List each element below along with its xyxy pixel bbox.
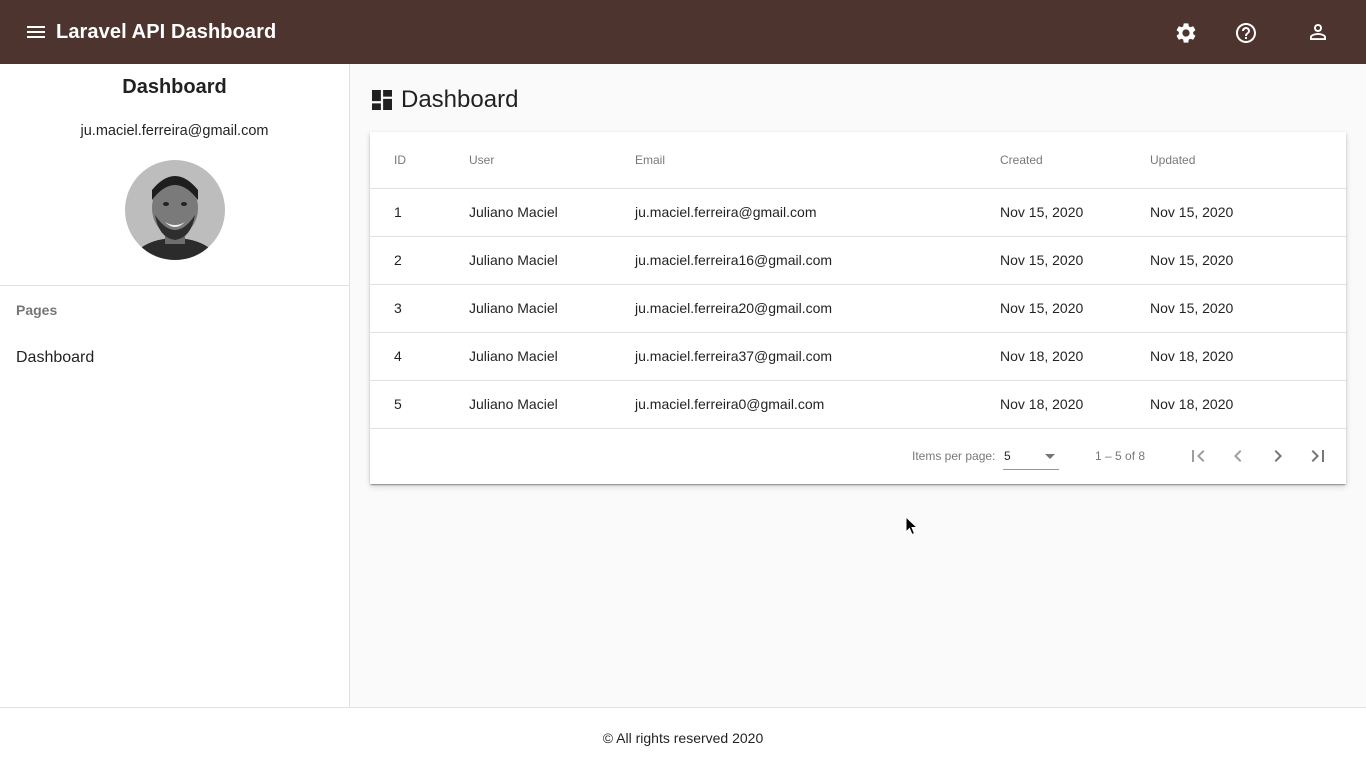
column-header-user: User bbox=[469, 132, 635, 189]
footer-text: © All rights reserved 2020 bbox=[602, 730, 764, 746]
cell-created: Nov 15, 2020 bbox=[1000, 188, 1150, 237]
avatar bbox=[125, 160, 225, 260]
sidebar-item-label: Dashboard bbox=[16, 349, 95, 366]
footer: © All rights reserved 2020 bbox=[0, 707, 1366, 768]
account-button[interactable] bbox=[1298, 12, 1338, 52]
table-row[interactable]: 2 Juliano Maciel ju.maciel.ferreira16@gm… bbox=[370, 236, 1346, 285]
cell-id: 4 bbox=[370, 332, 469, 381]
last-page-button[interactable] bbox=[1302, 440, 1334, 472]
users-table: ID User Email Created Updated 1 Juliano … bbox=[370, 132, 1346, 429]
page-title: Dashboard bbox=[401, 86, 519, 113]
previous-page-button[interactable] bbox=[1222, 440, 1254, 472]
column-header-created: Created bbox=[1000, 132, 1150, 189]
settings-icon bbox=[1176, 23, 1196, 43]
first-page-icon bbox=[1192, 450, 1205, 462]
column-header-email: Email bbox=[635, 132, 1000, 189]
cell-id: 2 bbox=[370, 236, 469, 285]
first-page-button[interactable] bbox=[1182, 440, 1214, 472]
cell-email: ju.maciel.ferreira37@gmail.com bbox=[635, 332, 1000, 381]
last-page-icon bbox=[1311, 450, 1324, 462]
cell-email: ju.maciel.ferreira0@gmail.com bbox=[635, 380, 1000, 429]
cell-id: 1 bbox=[370, 188, 469, 237]
cell-email: ju.maciel.ferreira20@gmail.com bbox=[635, 284, 1000, 333]
next-page-button[interactable] bbox=[1262, 440, 1294, 472]
chevron-left-icon bbox=[1234, 450, 1242, 462]
cell-user: Juliano Maciel bbox=[469, 380, 635, 429]
top-app-bar: Laravel API Dashboard bbox=[0, 0, 1366, 64]
user-avatar bbox=[125, 160, 225, 260]
cell-created: Nov 18, 2020 bbox=[1000, 332, 1150, 381]
menu-icon bbox=[27, 26, 45, 38]
menu-button[interactable] bbox=[16, 12, 56, 52]
cell-updated: Nov 18, 2020 bbox=[1150, 380, 1346, 429]
app-title: Laravel API Dashboard bbox=[56, 20, 277, 43]
cell-email: ju.maciel.ferreira@gmail.com bbox=[635, 188, 1000, 237]
table-row[interactable]: 3 Juliano Maciel ju.maciel.ferreira20@gm… bbox=[370, 284, 1346, 333]
column-header-id: ID bbox=[370, 132, 469, 189]
cell-user: Juliano Maciel bbox=[469, 332, 635, 381]
chevron-right-icon bbox=[1274, 450, 1282, 462]
cell-user: Juliano Maciel bbox=[469, 236, 635, 285]
cell-created: Nov 18, 2020 bbox=[1000, 380, 1150, 429]
cell-email: ju.maciel.ferreira16@gmail.com bbox=[635, 236, 1000, 285]
cell-updated: Nov 15, 2020 bbox=[1150, 236, 1346, 285]
range-label: 1 – 5 of 8 bbox=[1095, 449, 1146, 463]
column-header-updated: Updated bbox=[1150, 132, 1346, 189]
cell-created: Nov 15, 2020 bbox=[1000, 284, 1150, 333]
sidebar-title: Dashboard bbox=[122, 76, 227, 98]
table-row[interactable]: 5 Juliano Maciel ju.maciel.ferreira0@gma… bbox=[370, 380, 1346, 429]
items-per-page-value: 5 bbox=[1004, 449, 1011, 463]
table-header-row: ID User Email Created Updated bbox=[370, 132, 1346, 189]
cell-created: Nov 15, 2020 bbox=[1000, 236, 1150, 285]
page-heading: Dashboard bbox=[372, 86, 518, 114]
help-icon bbox=[1236, 23, 1256, 43]
settings-button[interactable] bbox=[1166, 13, 1206, 53]
sidebar-divider bbox=[0, 285, 349, 286]
dropdown-arrow-icon bbox=[1045, 454, 1055, 459]
account-icon bbox=[1310, 24, 1326, 40]
cell-id: 5 bbox=[370, 380, 469, 429]
sidebar-item-dashboard[interactable]: Dashboard bbox=[0, 334, 349, 382]
cell-updated: Nov 15, 2020 bbox=[1150, 284, 1346, 333]
help-button[interactable] bbox=[1226, 13, 1266, 53]
cell-updated: Nov 15, 2020 bbox=[1150, 188, 1346, 237]
cell-user: Juliano Maciel bbox=[469, 284, 635, 333]
items-per-page-label: Items per page: bbox=[912, 449, 996, 463]
cell-user: Juliano Maciel bbox=[469, 188, 635, 237]
cell-id: 3 bbox=[370, 284, 469, 333]
mouse-cursor-icon bbox=[905, 516, 919, 536]
dashboard-icon bbox=[372, 90, 392, 110]
sidebar: Dashboard ju.maciel.ferreira@gmail.com P… bbox=[0, 64, 350, 707]
users-table-card: ID User Email Created Updated 1 Juliano … bbox=[370, 132, 1346, 484]
table-row[interactable]: 4 Juliano Maciel ju.maciel.ferreira37@gm… bbox=[370, 332, 1346, 381]
cell-updated: Nov 18, 2020 bbox=[1150, 332, 1346, 381]
pages-subheader: Pages bbox=[16, 302, 58, 318]
items-per-page-select[interactable]: 5 bbox=[1003, 442, 1059, 470]
table-row[interactable]: 1 Juliano Maciel ju.maciel.ferreira@gmai… bbox=[370, 188, 1346, 237]
user-email: ju.maciel.ferreira@gmail.com bbox=[80, 123, 269, 139]
paginator: Items per page: 5 1 – 5 of 8 bbox=[370, 428, 1346, 484]
